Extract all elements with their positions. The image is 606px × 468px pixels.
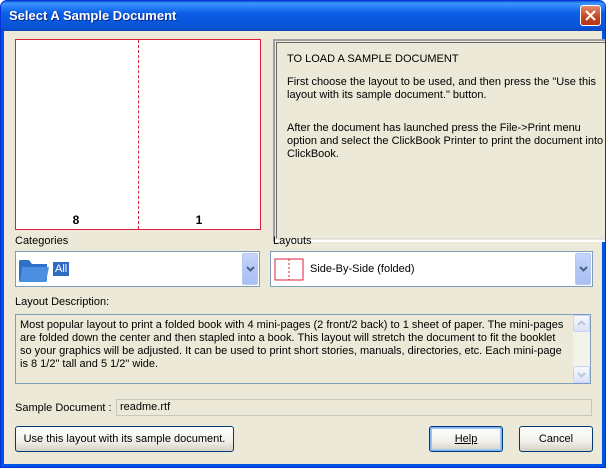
cancel-button[interactable]: Cancel <box>519 426 593 452</box>
scroll-up-button[interactable] <box>573 315 590 332</box>
help-button[interactable]: Help <box>429 426 503 452</box>
layout-preview: 8 1 <box>15 39 261 230</box>
close-icon <box>585 10 596 21</box>
layout-description-text: Most popular layout to print a folded bo… <box>20 319 564 370</box>
layout-description-box[interactable]: Most popular layout to print a folded bo… <box>15 314 591 384</box>
preview-page-number-right: 1 <box>195 213 203 227</box>
title-bar[interactable]: Select A Sample Document <box>1 1 605 31</box>
dialog-body: 8 1 TO LOAD A SAMPLE DOCUMENT First choo… <box>4 31 605 464</box>
instructions-heading: TO LOAD A SAMPLE DOCUMENT <box>287 53 459 65</box>
folder-icon <box>19 260 49 282</box>
sample-document-label: Sample Document : <box>15 402 112 414</box>
categories-label: Categories <box>15 235 69 247</box>
instructions-panel: TO LOAD A SAMPLE DOCUMENT First choose t… <box>273 39 605 242</box>
layout-description-label: Layout Description: <box>15 296 110 308</box>
help-button-label: Help <box>454 433 478 445</box>
sample-document-value: readme.rtf <box>120 401 171 413</box>
chevron-down-icon <box>246 266 255 272</box>
description-scrollbar[interactable] <box>573 315 590 383</box>
dialog-window: Select A Sample Document 8 1 TO LOAD A S… <box>0 0 606 468</box>
use-layout-button[interactable]: Use this layout with its sample document… <box>15 426 234 452</box>
chevron-down-icon <box>579 266 588 272</box>
scroll-down-button[interactable] <box>573 366 590 383</box>
instructions-step1: First choose the layout to be used, and … <box>287 76 597 101</box>
fold-line <box>138 40 139 229</box>
chevron-up-icon <box>577 320 586 326</box>
layouts-combo[interactable]: Side-By-Side (folded) <box>270 251 593 287</box>
categories-dropdown-button[interactable] <box>242 253 258 285</box>
layouts-selected: Side-By-Side (folded) <box>310 263 415 275</box>
sample-document-field: readme.rtf <box>116 399 592 416</box>
close-button[interactable] <box>580 5 601 26</box>
preview-page-number-left: 8 <box>72 213 80 227</box>
instructions-step2: After the document has launched press th… <box>287 122 604 160</box>
chevron-down-icon <box>577 372 586 378</box>
window-title: Select A Sample Document <box>9 8 177 23</box>
layouts-label: Layouts <box>273 235 312 247</box>
layouts-dropdown-button[interactable] <box>575 253 591 285</box>
side-by-side-layout-icon <box>274 258 304 281</box>
categories-selected: All <box>53 262 70 276</box>
categories-combo[interactable]: All <box>15 251 260 287</box>
